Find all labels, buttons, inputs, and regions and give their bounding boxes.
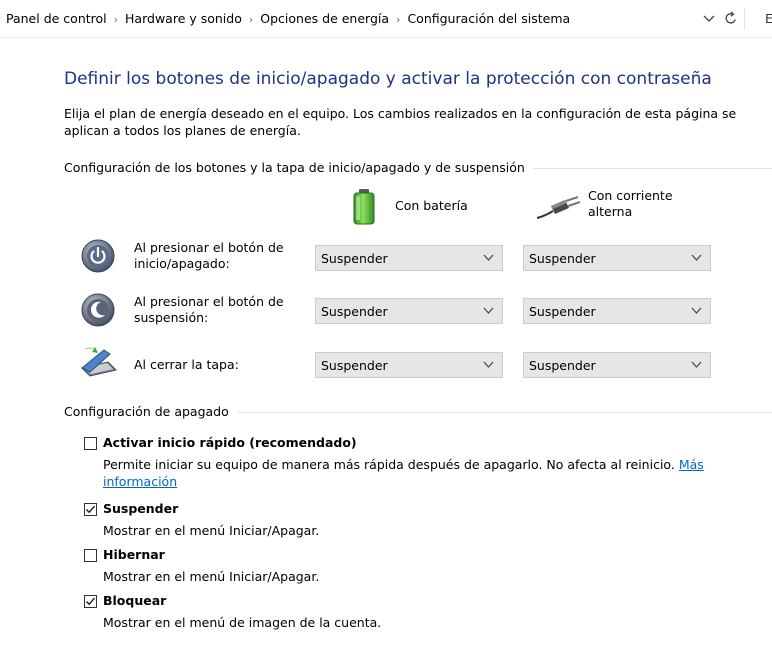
checkmark-icon <box>86 505 95 514</box>
select-value: Suspender <box>529 251 596 266</box>
sleep-button-icon <box>81 293 115 327</box>
shutdown-section-header: Configuración de apagado <box>64 404 237 419</box>
chevron-right-icon[interactable]: › <box>114 13 118 26</box>
breadcrumb-hardware-y-sonido[interactable]: Hardware y sonido <box>125 11 242 26</box>
chevron-down-icon <box>483 254 494 261</box>
power-button-icon <box>81 239 115 273</box>
lock-option-description: Mostrar en el menú de imagen de la cuent… <box>103 615 382 630</box>
power-plug-icon <box>536 196 581 219</box>
address-history-button[interactable] <box>702 9 716 27</box>
chevron-down-icon <box>691 307 702 314</box>
refresh-button[interactable] <box>723 9 739 27</box>
lid-close-battery-select[interactable]: Suspender <box>315 352 503 378</box>
fast-startup-description: Permite iniciar su equipo de manera más … <box>103 456 753 490</box>
breadcrumb-configuracion-del-sistema[interactable]: Configuración del sistema <box>407 11 570 26</box>
chevron-right-icon[interactable]: › <box>396 13 400 26</box>
chevron-down-icon <box>691 361 702 368</box>
checkmark-icon <box>86 597 95 606</box>
chevron-down-icon <box>483 361 494 368</box>
lid-close-label: Al cerrar la tapa: <box>134 357 239 372</box>
sleep-option-description: Mostrar en el menú Iniciar/Apagar. <box>103 523 320 538</box>
sleep-button-label: Al presionar el botón de suspensión: <box>134 294 284 325</box>
hibernate-checkbox[interactable] <box>84 549 97 562</box>
breadcrumb-opciones-de-energia[interactable]: Opciones de energía <box>260 11 389 26</box>
hibernate-option-description: Mostrar en el menú Iniciar/Apagar. <box>103 569 320 584</box>
breadcrumb: Panel de control › Hardware y sonido › Opcio… <box>6 11 570 26</box>
fast-startup-label[interactable]: Activar inicio rápido (recomendado) <box>103 435 357 450</box>
power-button-ac-select[interactable]: Suspender <box>523 245 711 271</box>
lock-checkbox[interactable] <box>84 595 97 608</box>
battery-column-label: Con batería <box>395 198 468 213</box>
hibernate-option-label[interactable]: Hibernar <box>103 547 165 562</box>
select-value: Suspender <box>321 304 388 319</box>
breadcrumb-panel-de-control[interactable]: Panel de control <box>6 11 107 26</box>
page-description: Elija el plan de energía deseado en el e… <box>64 106 737 138</box>
power-button-battery-select[interactable]: Suspender <box>315 245 503 271</box>
select-value: Suspender <box>321 358 388 373</box>
chevron-right-icon[interactable]: › <box>249 13 253 26</box>
search-box-edge[interactable]: E <box>765 11 772 26</box>
address-divider <box>744 8 745 30</box>
ac-column-label: Con corriente alterna <box>588 188 673 219</box>
sleep-option-label[interactable]: Suspender <box>103 501 178 516</box>
buttons-section-header: Configuración de los botones y la tapa d… <box>64 160 533 175</box>
page-title: Definir los botones de inicio/apagado y … <box>64 69 712 89</box>
select-value: Suspender <box>529 358 596 373</box>
chevron-down-icon <box>703 15 715 22</box>
fast-startup-description-text: Permite iniciar su equipo de manera más … <box>103 457 675 472</box>
select-value: Suspender <box>321 251 388 266</box>
laptop-lid-icon <box>81 347 117 377</box>
sleep-button-ac-select[interactable]: Suspender <box>523 298 711 324</box>
sleep-checkbox[interactable] <box>84 503 97 516</box>
chevron-down-icon <box>483 307 494 314</box>
battery-icon <box>353 189 375 225</box>
chevron-down-icon <box>691 254 702 261</box>
power-button-label: Al presionar el botón de inicio/apagado: <box>134 240 284 271</box>
lock-option-label[interactable]: Bloquear <box>103 593 166 608</box>
fast-startup-checkbox[interactable] <box>84 437 97 450</box>
address-bar: Panel de control › Hardware y sonido › Opcio… <box>0 0 772 38</box>
select-value: Suspender <box>529 304 596 319</box>
refresh-icon <box>725 11 736 24</box>
lid-close-ac-select[interactable]: Suspender <box>523 352 711 378</box>
sleep-button-battery-select[interactable]: Suspender <box>315 298 503 324</box>
